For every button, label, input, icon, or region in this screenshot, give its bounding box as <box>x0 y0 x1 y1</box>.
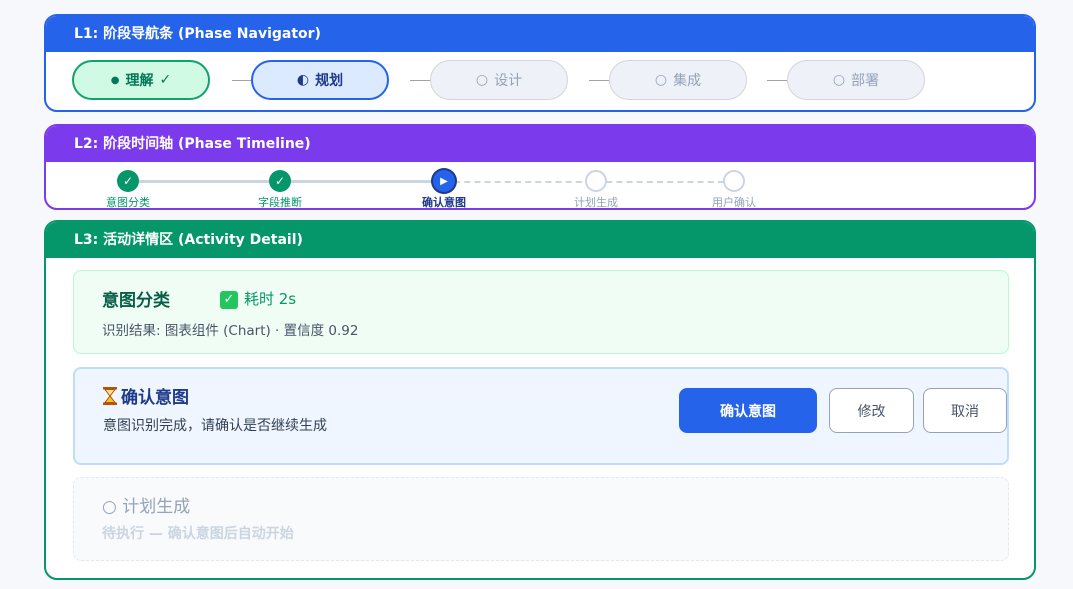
card-title-row: ○ 计划生成 <box>102 492 190 517</box>
phase-navigator-panel: L1: 阶段导航条 (Phase Navigator) ● 理解 ✓ ◐ 规划 … <box>44 14 1036 112</box>
phase-connector <box>410 80 430 81</box>
phase-row: ● 理解 ✓ ◐ 规划 ○ 设计 ○ 集成 ○ 部署 <box>46 52 1034 110</box>
check-icon: ✓ <box>274 174 286 188</box>
phase-label: 理解 <box>125 73 154 89</box>
empty-circle-icon: ○ <box>102 497 117 517</box>
empty-circle-icon: ○ <box>832 72 846 88</box>
confirm-intent-button[interactable]: 确认意图 <box>679 388 817 433</box>
card-title: 确认意图 <box>121 388 189 408</box>
activity-card-active: 确认意图 意图识别完成，请确认是否继续生成 确认意图 修改 取消 <box>73 367 1009 465</box>
phase-pill-deploy[interactable]: ○ 部署 <box>787 60 925 100</box>
timeline-node-pending[interactable] <box>585 170 607 192</box>
phase-label: 部署 <box>851 73 880 89</box>
phase-timeline-panel: L2: 阶段时间轴 (Phase Timeline) ✓ 意图分类 ✓ 字段推断… <box>44 124 1036 210</box>
check-icon: ✓ <box>122 174 134 188</box>
timeline: ✓ 意图分类 ✓ 字段推断 ▶ 确认意图 计划生成 用户确认 <box>46 162 1034 209</box>
timeline-label: 计划生成 <box>574 196 618 209</box>
activity-card-pending: ○ 计划生成 待执行 — 确认意图后自动开始 <box>73 477 1009 561</box>
timeline-node-current[interactable]: ▶ <box>433 170 455 192</box>
card-desc: 待执行 — 确认意图后自动开始 <box>102 526 294 542</box>
card-desc: 意图识别完成，请确认是否继续生成 <box>103 418 327 434</box>
timeline-label: 字段推断 <box>258 196 302 209</box>
activity-card-done: 意图分类 ✓ 耗时 2s 识别结果: 图表组件 (Chart) · 置信度 0.9… <box>73 270 1009 354</box>
checkbox-check-icon: ✓ <box>220 290 238 309</box>
result-text: 识别结果: 图表组件 (Chart) · 置信度 0.92 <box>102 323 359 339</box>
play-icon: ▶ <box>440 175 448 187</box>
timeline-node-done[interactable]: ✓ <box>117 170 139 192</box>
phase-navigator-title: L1: 阶段导航条 (Phase Navigator) <box>46 16 1034 52</box>
modify-button[interactable]: 修改 <box>829 388 914 433</box>
phase-connector <box>232 80 252 81</box>
timeline-label: 用户确认 <box>712 196 756 209</box>
timeline-label: 意图分类 <box>106 196 150 209</box>
timeline-node-done[interactable]: ✓ <box>269 170 291 192</box>
duration-text: 耗时 2s <box>244 290 297 308</box>
phase-label: 设计 <box>494 73 523 89</box>
cancel-button[interactable]: 取消 <box>923 388 1007 433</box>
phase-connector <box>767 80 787 81</box>
activity-detail-panel: L3: 活动详情区 (Activity Detail) 意图分类 ✓ 耗时 2s … <box>44 220 1036 580</box>
timeline-node-pending[interactable] <box>723 170 745 192</box>
phase-timeline-title: L2: 阶段时间轴 (Phase Timeline) <box>46 126 1034 162</box>
half-circle-icon: ◐ <box>296 72 310 88</box>
card-title: 意图分类 <box>102 291 170 311</box>
activity-detail-title: L3: 活动详情区 (Activity Detail) <box>46 222 1034 258</box>
card-title: 计划生成 <box>122 497 191 517</box>
phase-label: 规划 <box>315 73 344 89</box>
check-mark-icon: ✓ <box>159 72 172 88</box>
phase-connector <box>589 80 609 81</box>
phase-pill-plan[interactable]: ◐ 规划 <box>251 60 389 100</box>
hourglass-icon <box>103 386 117 410</box>
empty-circle-icon: ○ <box>475 72 489 88</box>
phase-pill-understand[interactable]: ● 理解 ✓ <box>72 60 210 100</box>
phase-done-dot-icon: ● <box>110 74 120 86</box>
phase-label: 集成 <box>673 73 702 89</box>
timeline-label: 确认意图 <box>422 196 466 209</box>
phase-pill-design[interactable]: ○ 设计 <box>430 60 568 100</box>
phase-pill-integrate[interactable]: ○ 集成 <box>609 60 747 100</box>
duration-badge: ✓ 耗时 2s <box>220 288 296 309</box>
card-title-row: 确认意图 <box>103 383 189 410</box>
empty-circle-icon: ○ <box>654 72 668 88</box>
